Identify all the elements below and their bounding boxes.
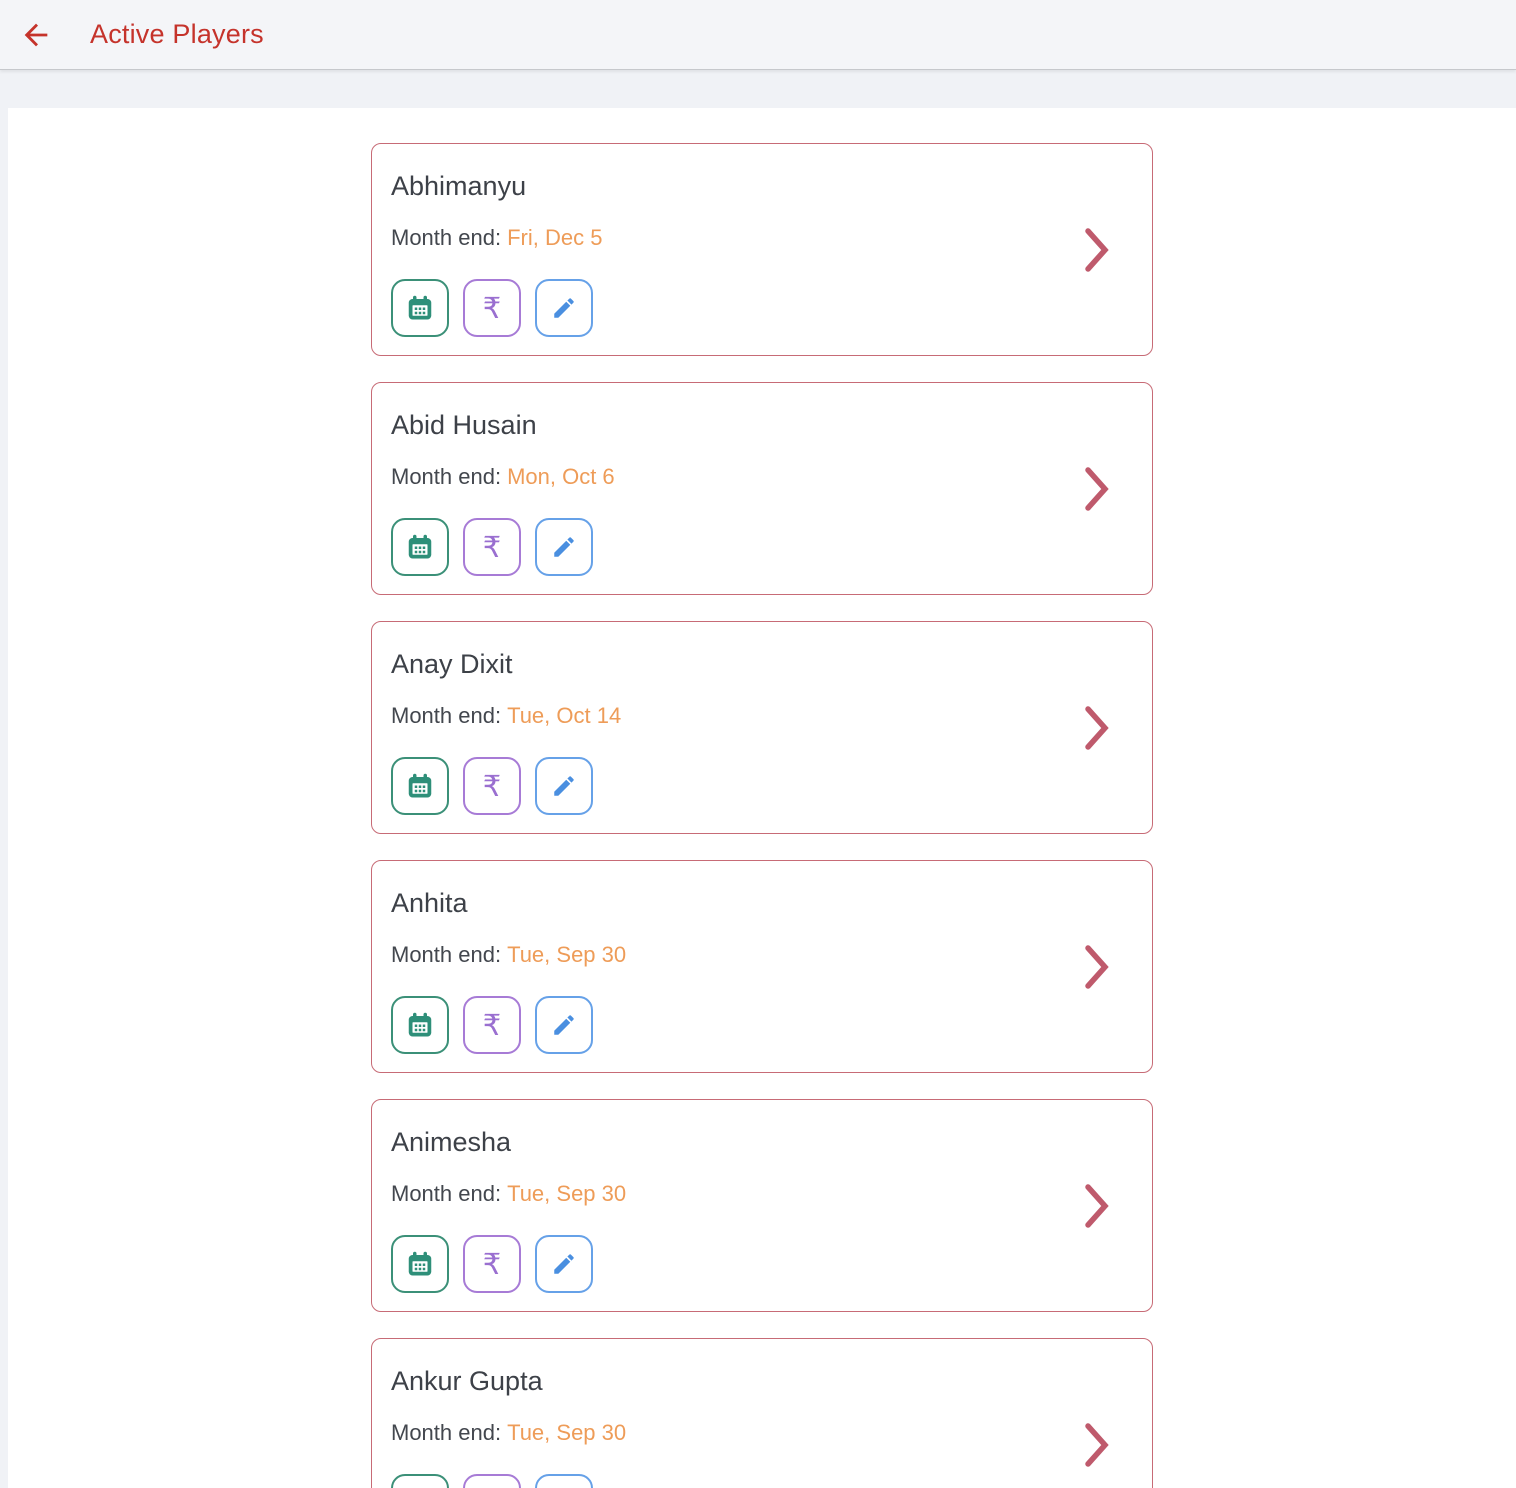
- page-title: Active Players: [90, 19, 264, 49]
- month-end-date: Tue, Sep 30: [507, 1420, 627, 1445]
- player-card[interactable]: Anay Dixit Month end: Tue, Oct 14 ₹: [371, 621, 1153, 834]
- payment-button[interactable]: ₹: [463, 279, 521, 337]
- month-end-row: Month end: Fri, Dec 5: [391, 223, 1132, 253]
- calendar-icon: [408, 534, 432, 559]
- rupee-icon: ₹: [482, 1246, 502, 1281]
- calendar-icon: [408, 773, 432, 798]
- card-actions: ₹: [391, 518, 1132, 576]
- card-actions: ₹: [391, 1235, 1132, 1293]
- chevron-right-icon: [1085, 944, 1109, 989]
- edit-button[interactable]: [535, 1235, 593, 1293]
- month-end-date: Tue, Sep 30: [507, 942, 627, 967]
- calendar-button[interactable]: [391, 1235, 449, 1293]
- month-end-date: Mon, Oct 6: [507, 464, 615, 489]
- player-card[interactable]: Abid Husain Month end: Mon, Oct 6 ₹: [371, 382, 1153, 595]
- month-end-row: Month end: Mon, Oct 6: [391, 462, 1132, 492]
- month-end-label: Month end:: [391, 1181, 502, 1206]
- arrow-left-icon: [24, 23, 48, 46]
- edit-pencil-icon: [554, 537, 574, 557]
- app-bar: Active Players: [0, 0, 1516, 70]
- chevron-right-icon: [1085, 1183, 1109, 1228]
- player-card[interactable]: Animesha Month end: Tue, Sep 30 ₹: [371, 1099, 1153, 1312]
- card-actions: ₹: [391, 996, 1132, 1054]
- calendar-button[interactable]: [391, 757, 449, 815]
- edit-pencil-icon: [554, 298, 574, 318]
- card-actions: ₹: [391, 1474, 1132, 1488]
- card-actions: ₹: [391, 757, 1132, 815]
- rupee-icon: ₹: [482, 768, 502, 803]
- player-name: Ankur Gupta: [391, 1366, 543, 1396]
- edit-pencil-icon: [554, 1015, 574, 1035]
- player-card[interactable]: Anhita Month end: Tue, Sep 30 ₹: [371, 860, 1153, 1073]
- month-end-date: Tue, Sep 30: [507, 1181, 627, 1206]
- content-panel: Abhimanyu Month end: Fri, Dec 5 ₹ Abid H…: [8, 108, 1516, 1488]
- player-name: Animesha: [391, 1127, 512, 1157]
- chevron-right-icon: [1085, 1422, 1109, 1467]
- edit-pencil-icon: [554, 1254, 574, 1274]
- calendar-button[interactable]: [391, 996, 449, 1054]
- edit-button[interactable]: [535, 1474, 593, 1488]
- player-card[interactable]: Ankur Gupta Month end: Tue, Sep 30: [371, 1338, 1153, 1488]
- payment-button[interactable]: ₹: [463, 996, 521, 1054]
- month-end-row: Month end: Tue, Oct 14: [391, 701, 1132, 731]
- edit-pencil-icon: [554, 776, 574, 796]
- rupee-icon: ₹: [482, 1007, 502, 1042]
- player-name: Abhimanyu: [391, 171, 527, 201]
- player-name: Abid Husain: [391, 410, 537, 440]
- month-end-date: Fri, Dec 5: [507, 225, 603, 250]
- calendar-icon: [408, 1012, 432, 1037]
- calendar-icon: [408, 295, 432, 320]
- rupee-icon: ₹: [482, 529, 502, 564]
- payment-button[interactable]: ₹: [463, 1235, 521, 1293]
- month-end-row: Month end: Tue, Sep 30: [391, 1179, 1132, 1209]
- month-end-label: Month end:: [391, 225, 502, 250]
- payment-button[interactable]: ₹: [463, 518, 521, 576]
- edit-button[interactable]: [535, 518, 593, 576]
- edit-button[interactable]: [535, 757, 593, 815]
- chevron-right-icon: [1085, 227, 1109, 272]
- edit-button[interactable]: [535, 279, 593, 337]
- month-end-row: Month end: Tue, Sep 30: [391, 940, 1132, 970]
- month-end-row: Month end: Tue, Sep 30: [391, 1418, 1132, 1448]
- payment-button[interactable]: ₹: [463, 757, 521, 815]
- edit-button[interactable]: [535, 996, 593, 1054]
- calendar-button[interactable]: [391, 518, 449, 576]
- month-end-label: Month end:: [391, 1420, 502, 1445]
- calendar-icon: [408, 1251, 432, 1276]
- month-end-label: Month end:: [391, 942, 502, 967]
- month-end-label: Month end:: [391, 703, 502, 728]
- chevron-right-icon: [1085, 705, 1109, 750]
- player-name: Anhita: [391, 888, 468, 918]
- chevron-right-icon: [1085, 466, 1109, 511]
- player-name: Anay Dixit: [391, 649, 513, 679]
- player-card[interactable]: Abhimanyu Month end: Fri, Dec 5 ₹: [371, 143, 1153, 356]
- month-end-label: Month end:: [391, 464, 502, 489]
- back-button[interactable]: [12, 11, 60, 59]
- player-list: Abhimanyu Month end: Fri, Dec 5 ₹ Abid H…: [371, 143, 1153, 1488]
- card-actions: ₹: [391, 279, 1132, 337]
- calendar-button[interactable]: [391, 1474, 449, 1488]
- rupee-icon: ₹: [482, 290, 502, 325]
- payment-button[interactable]: ₹: [463, 1474, 521, 1488]
- calendar-button[interactable]: [391, 279, 449, 337]
- month-end-date: Tue, Oct 14: [507, 703, 622, 728]
